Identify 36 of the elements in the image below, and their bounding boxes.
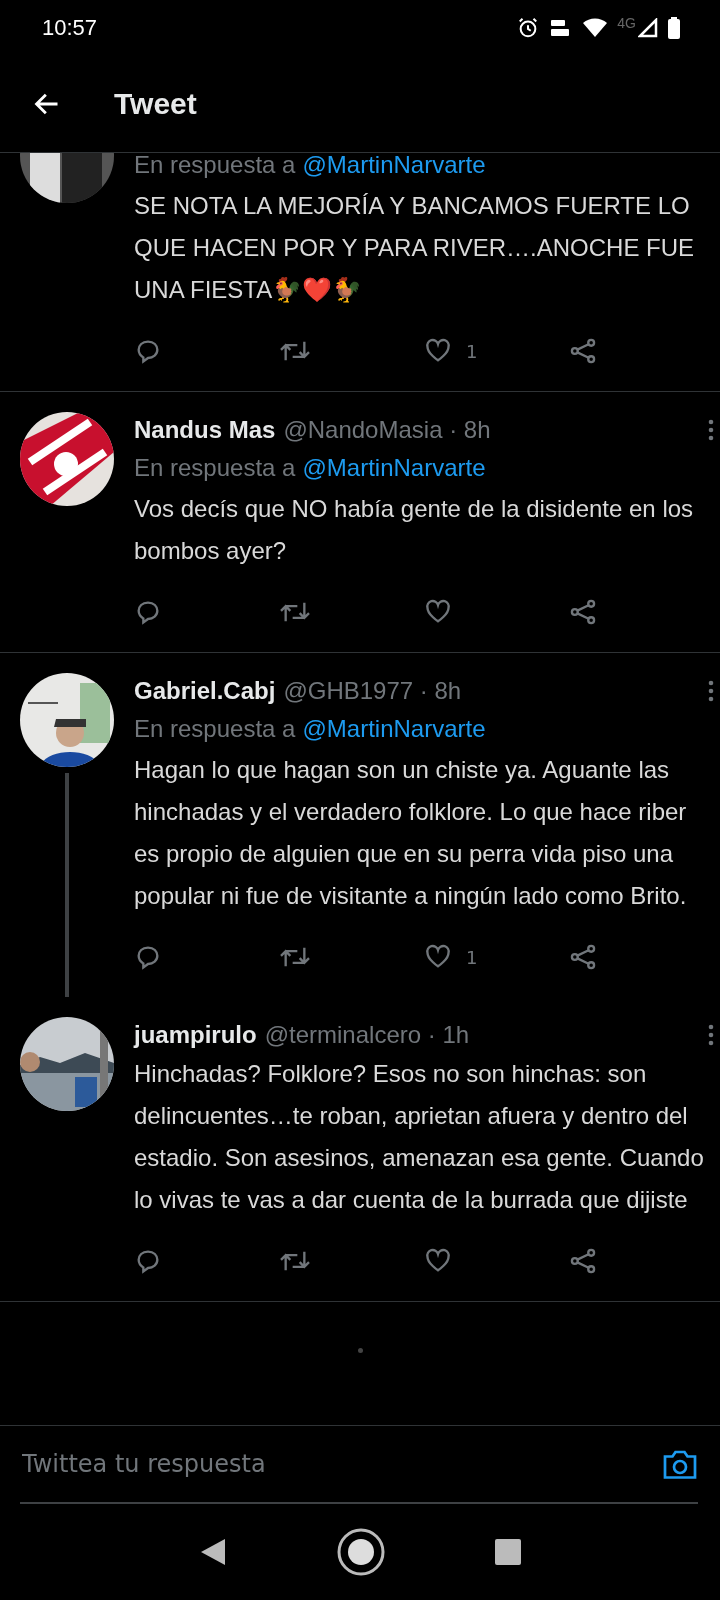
mention-link[interactable]: @MartinNarvarte <box>302 153 486 185</box>
share-icon[interactable] <box>569 337 597 365</box>
home-nav-icon[interactable] <box>337 1528 385 1576</box>
tweet-text: Hinchadas? Folklore? Esos no son hinchas: son delincuentes…te roban, aprietan afuera y dentro del estadio. Son asesinos, amenazan esa gente. Cuando lo vivas te vas a dar cuenta de la burrada que dijiste <box>134 1059 705 1215</box>
page-title: Tweet <box>114 87 197 121</box>
mention-link[interactable]: @MartinNarvarte <box>302 448 486 488</box>
reply-label: En respuesta a <box>134 714 296 744</box>
handle-and-time: @GHB1977 · 8h <box>283 677 462 705</box>
share-icon[interactable] <box>569 598 597 626</box>
loading-dot <box>357 1347 363 1353</box>
tweet-text: Vos decís que NO había gente de la disidente en los bombos ayer? <box>134 494 695 566</box>
alarm-icon <box>517 17 540 39</box>
share-icon[interactable] <box>569 1247 597 1275</box>
tweet-text: SE NOTA LA MEJORÍA Y BANCAMOS FUERTE LO QUE HACEN POR Y PARA RIVER….ANOCHE FUE UNA FIESTA🐓❤🐓 <box>134 191 696 305</box>
mention-link[interactable]: @MartinNarvarte <box>302 709 486 749</box>
tweet-text: Hagan lo que hagan son un chiste ya. Aguante las hinchadas y el verdadero folklore. Lo que hace riber es propio de alguien que en su perra vida piso una popular ni fue de visitante a ningún lado como Brito. <box>134 755 688 911</box>
handle-and-time: @terminalcero · 1h <box>264 1021 470 1049</box>
reply-label: En respuesta a <box>134 153 296 180</box>
network-type: 4G <box>617 15 636 31</box>
status-time: 10:57 <box>42 15 98 41</box>
back-nav-icon[interactable] <box>199 1537 227 1567</box>
user-name[interactable]: Gabriel.Cabj <box>134 677 276 705</box>
battery-icon <box>668 17 680 39</box>
user-name[interactable]: juampirulo <box>134 1021 257 1049</box>
user-name[interactable]: Nandus Mas <box>134 416 276 444</box>
like-count: 1 <box>466 340 478 362</box>
reply-label: En respuesta a <box>134 453 296 483</box>
like-count: 1 <box>466 946 478 968</box>
handle-and-time: @NandoMasia · 8h <box>283 416 491 444</box>
signal-icon <box>638 18 658 38</box>
wifi-icon <box>583 18 608 38</box>
reply-field[interactable]: Twittea tu respuesta <box>20 1449 662 1479</box>
more-icon[interactable] <box>708 1024 714 1046</box>
more-icon[interactable] <box>708 680 714 702</box>
share-icon[interactable] <box>569 943 597 971</box>
more-icon[interactable] <box>708 419 714 441</box>
